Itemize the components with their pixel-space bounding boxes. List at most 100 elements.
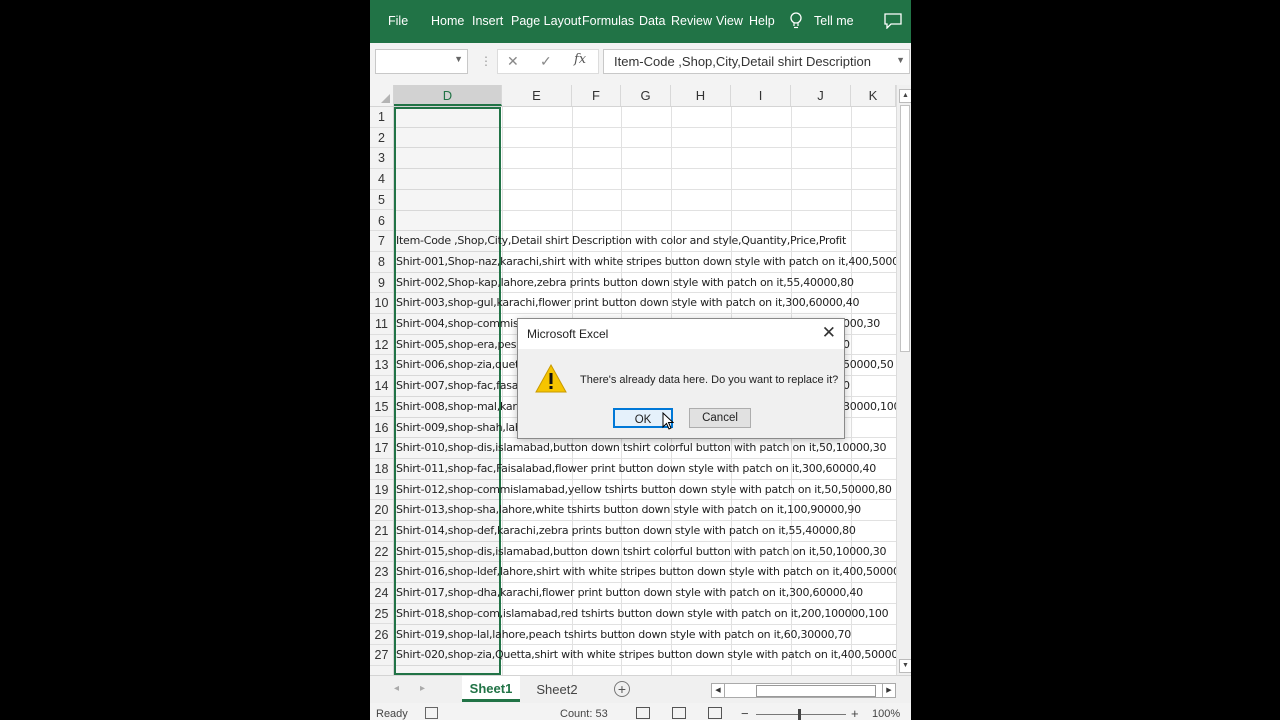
- row-header[interactable]: 11: [370, 314, 393, 335]
- column-header-f[interactable]: F: [572, 85, 621, 106]
- row-header[interactable]: 19: [370, 480, 393, 501]
- row-header[interactable]: 9: [370, 273, 393, 294]
- cell-d8[interactable]: Shirt-001,Shop-naz,karachi,shirt with wh…: [396, 252, 896, 272]
- cell-d10[interactable]: Shirt-003,shop-gul,karachi,flower print …: [396, 293, 860, 313]
- row-header[interactable]: 1: [370, 107, 393, 128]
- sheet-tab-sheet1[interactable]: Sheet1: [462, 676, 520, 702]
- row-header[interactable]: 12: [370, 335, 393, 356]
- column-header-i[interactable]: I: [731, 85, 791, 106]
- normal-view-icon[interactable]: [636, 707, 650, 719]
- comment-icon[interactable]: [884, 13, 902, 29]
- row-header[interactable]: 20: [370, 500, 393, 521]
- tab-help[interactable]: Help: [749, 14, 775, 28]
- row-header[interactable]: 16: [370, 418, 393, 439]
- tab-view[interactable]: View: [716, 14, 743, 28]
- row-header[interactable]: 22: [370, 542, 393, 563]
- page-layout-view-icon[interactable]: [672, 707, 686, 719]
- select-all-corner[interactable]: [370, 85, 394, 106]
- row-header[interactable]: 21: [370, 521, 393, 542]
- row-header[interactable]: 13: [370, 355, 393, 377]
- horizontal-scroll-thumb[interactable]: [756, 685, 876, 697]
- row-header[interactable]: 25: [370, 604, 393, 625]
- zoom-slider[interactable]: [756, 714, 846, 715]
- zoom-slider-thumb[interactable]: [798, 709, 801, 720]
- tab-insert[interactable]: Insert: [472, 14, 503, 28]
- cell-d19[interactable]: Shirt-012,shop-commislamabad,yellow tshi…: [396, 480, 892, 500]
- sheet-nav-left-icon[interactable]: ◂: [394, 683, 399, 694]
- close-icon[interactable]: ✕: [822, 323, 836, 343]
- row-header[interactable]: 26: [370, 625, 393, 646]
- row-header[interactable]: 10: [370, 293, 393, 314]
- row-header[interactable]: 24: [370, 583, 393, 604]
- cell-d9[interactable]: Shirt-002,Shop-kap,lahore,zebra prints b…: [396, 273, 854, 293]
- cell-d12[interactable]: Shirt-005,shop-era,pesha: [396, 335, 530, 355]
- tab-formulas[interactable]: Formulas: [582, 14, 634, 28]
- cancel-button[interactable]: Cancel: [689, 408, 751, 428]
- cell-d7[interactable]: Item-Code ,Shop,City,Detail shirt Descri…: [396, 231, 846, 251]
- page-break-view-icon[interactable]: [708, 707, 722, 719]
- column-header-j[interactable]: J: [791, 85, 851, 106]
- horizontal-scrollbar[interactable]: ◀ ▶: [711, 683, 896, 698]
- cell-d16[interactable]: Shirt-009,shop-shah,lahc: [396, 418, 528, 438]
- cell-d25[interactable]: Shirt-018,shop-com,islamabad,red tshirts…: [396, 604, 889, 624]
- row-header[interactable]: 23: [370, 562, 393, 584]
- tab-data[interactable]: Data: [639, 14, 665, 28]
- row-header[interactable]: 2: [370, 128, 393, 149]
- cell-d26[interactable]: Shirt-019,shop-lal,lahore,peach tshirts …: [396, 625, 851, 645]
- row-header[interactable]: 18: [370, 459, 393, 480]
- sheet-tab-sheet2[interactable]: Sheet2: [528, 676, 586, 702]
- row-header[interactable]: 6: [370, 211, 393, 232]
- tab-file[interactable]: File: [388, 14, 408, 28]
- cell-d20[interactable]: Shirt-013,shop-sha,lahore,white tshirts …: [396, 500, 861, 520]
- zoom-level[interactable]: 100%: [872, 708, 900, 720]
- scroll-right-icon[interactable]: ▶: [882, 684, 895, 697]
- enter-entry-icon[interactable]: ✓: [540, 53, 552, 70]
- row-header[interactable]: 17: [370, 438, 393, 459]
- scroll-left-icon[interactable]: ◀: [712, 684, 725, 697]
- name-box[interactable]: ▼: [375, 49, 468, 74]
- cell-d24[interactable]: Shirt-017,shop-dha,karachi,flower print …: [396, 583, 863, 603]
- tell-me-search[interactable]: Tell me: [814, 14, 854, 28]
- zoom-out-button[interactable]: −: [741, 706, 749, 720]
- tab-review[interactable]: Review: [671, 14, 712, 28]
- cell-d23[interactable]: Shirt-016,shop-ldef,lahore,shirt with wh…: [396, 562, 896, 582]
- row-header[interactable]: 27: [370, 645, 393, 666]
- cell-d27[interactable]: Shirt-020,shop-zia,Quetta,shirt with whi…: [396, 645, 896, 665]
- add-sheet-icon[interactable]: +: [614, 681, 630, 697]
- row-header[interactable]: 15: [370, 397, 393, 418]
- row-header[interactable]: 3: [370, 148, 393, 170]
- cancel-entry-icon[interactable]: ✕: [507, 53, 519, 70]
- column-header-h[interactable]: H: [671, 85, 731, 106]
- vertical-scroll-thumb[interactable]: [900, 105, 910, 352]
- cell-d17[interactable]: Shirt-010,shop-dis,islamabad,button down…: [396, 438, 887, 458]
- chevron-down-icon[interactable]: ▼: [454, 54, 463, 64]
- column-header-k[interactable]: K: [851, 85, 896, 106]
- macro-record-icon[interactable]: [425, 707, 438, 719]
- scroll-up-icon[interactable]: ▲: [899, 89, 911, 103]
- row-header[interactable]: 5: [370, 190, 393, 211]
- sheet-nav-right-icon[interactable]: ▸: [420, 683, 425, 694]
- zoom-in-button[interactable]: +: [851, 706, 859, 720]
- cell-d13[interactable]: Shirt-006,shop-zia,quetta: [396, 355, 530, 375]
- cell-d18[interactable]: Shirt-011,shop-fac,Faisalabad,flower pri…: [396, 459, 876, 479]
- row-header[interactable]: 7: [370, 231, 393, 252]
- tab-home[interactable]: Home: [431, 14, 464, 28]
- scroll-down-icon[interactable]: ▼: [899, 659, 911, 673]
- lightbulb-icon[interactable]: [789, 12, 803, 30]
- insert-function-icon[interactable]: fx: [574, 52, 586, 67]
- column-header-e[interactable]: E: [502, 85, 572, 106]
- cell-d14[interactable]: Shirt-007,shop-fac,fasal: [396, 376, 521, 396]
- tab-page-layout[interactable]: Page Layout: [511, 14, 581, 28]
- row-header[interactable]: 4: [370, 169, 393, 190]
- cell-d21[interactable]: Shirt-014,shop-def,karachi,zebra prints …: [396, 521, 856, 541]
- vertical-scrollbar[interactable]: ▲ ▼: [896, 85, 911, 675]
- column-header-d[interactable]: D: [394, 85, 502, 106]
- column-header-g[interactable]: G: [621, 85, 671, 106]
- row-header[interactable]: 14: [370, 376, 393, 397]
- formula-input[interactable]: Item-Code ,Shop,City,Detail shirt Descri…: [603, 49, 910, 74]
- cell-d22[interactable]: Shirt-015,shop-dis,islamabad,button down…: [396, 542, 887, 562]
- cell-d11[interactable]: Shirt-004,shop-commisl: [396, 314, 522, 334]
- cell-d15[interactable]: Shirt-008,shop-mal,kara: [396, 397, 523, 417]
- row-header[interactable]: 8: [370, 252, 393, 273]
- chevron-down-icon[interactable]: ▼: [896, 55, 905, 65]
